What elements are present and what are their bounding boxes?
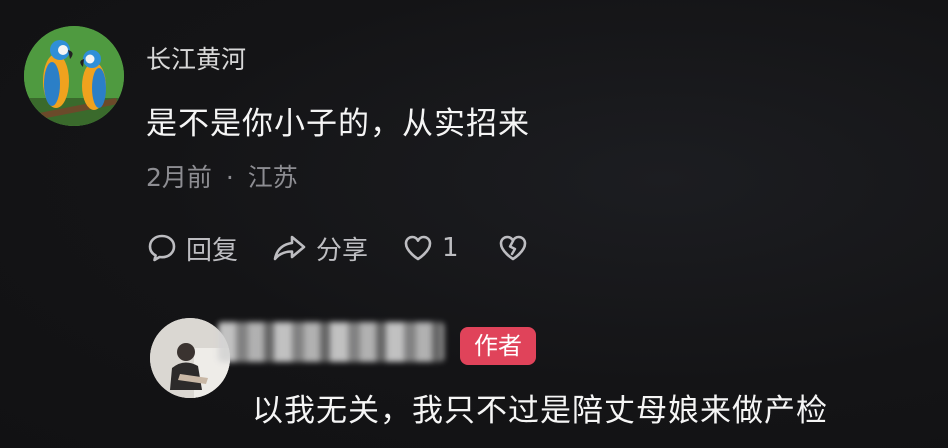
- share-arrow-icon: [273, 235, 306, 261]
- reply-text: 以我无关，我只不过是陪丈母娘来做产检: [252, 393, 828, 429]
- reply-label: 回复: [186, 235, 239, 266]
- reply-button[interactable]: 回复: [146, 230, 238, 267]
- dislike-button[interactable]: [497, 232, 537, 264]
- author-badge: 作者: [460, 327, 536, 365]
- share-button[interactable]: 分享: [272, 230, 368, 267]
- comment-username[interactable]: 长江黄河: [146, 40, 246, 76]
- like-count: 1: [442, 233, 459, 263]
- parrot-avatar-image: [24, 26, 124, 126]
- comment-time: 2月前: [146, 163, 212, 192]
- like-button[interactable]: 1: [402, 232, 459, 264]
- meta-separator: ·: [225, 163, 234, 192]
- heart-icon: [404, 235, 432, 261]
- comment-location: 江苏: [247, 163, 298, 192]
- comment-actions: 回复 分享 1: [146, 228, 537, 268]
- comment-text: 是不是你小子的，从实招来: [146, 106, 530, 142]
- parrot-avatar[interactable]: [24, 26, 124, 126]
- broken-heart-icon: [499, 235, 526, 261]
- comment-meta: 2月前 · 江苏: [146, 158, 298, 194]
- blurred-username[interactable]: [218, 322, 444, 362]
- speech-bubble-icon: [148, 234, 176, 262]
- share-label: 分享: [316, 235, 369, 266]
- comment: 长江黄河 是不是你小子的，从实招来 2月前 · 江苏 回复 分享 1: [0, 0, 948, 300]
